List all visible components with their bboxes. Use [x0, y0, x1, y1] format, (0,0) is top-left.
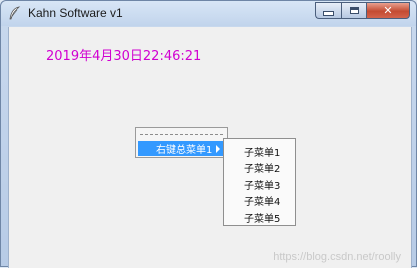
close-button[interactable]: ✕	[366, 2, 410, 19]
window-title: Kahn Software v1	[28, 6, 123, 20]
submenu-item-5[interactable]: 子菜单5	[224, 209, 295, 226]
minimize-button[interactable]	[315, 2, 341, 19]
title-bar[interactable]: Kahn Software v1 ✕	[1, 1, 416, 26]
client-area[interactable]: 2019年4月30日22:46:21 右键总菜单1 子菜单1 子菜单2 子菜单3…	[8, 27, 412, 268]
context-menu: 右键总菜单1	[135, 127, 228, 158]
app-window: Kahn Software v1 ✕ 2019年4月30日22:46:21 右键…	[0, 0, 417, 268]
maximize-button[interactable]	[341, 2, 366, 19]
submenu: 子菜单1 子菜单2 子菜单3 子菜单4 子菜单5	[223, 138, 296, 226]
tearoff-line[interactable]	[140, 134, 223, 135]
submenu-item-2[interactable]: 子菜单2	[224, 160, 295, 177]
menu-item-main[interactable]: 右键总菜单1	[138, 141, 225, 156]
window-controls: ✕	[315, 2, 410, 19]
menu-item-label: 右键总菜单1	[156, 145, 213, 156]
feather-icon	[9, 6, 21, 20]
watermark: https://blog.csdn.net/roolly	[273, 251, 401, 263]
submenu-item-1[interactable]: 子菜单1	[224, 143, 295, 160]
maximize-icon	[349, 7, 359, 14]
chevron-right-icon	[216, 145, 220, 153]
submenu-item-3[interactable]: 子菜单3	[224, 176, 295, 193]
submenu-item-4[interactable]: 子菜单4	[224, 193, 295, 210]
close-icon: ✕	[383, 4, 393, 17]
minimize-icon	[323, 11, 334, 16]
clock-label: 2019年4月30日22:46:21	[46, 49, 202, 64]
